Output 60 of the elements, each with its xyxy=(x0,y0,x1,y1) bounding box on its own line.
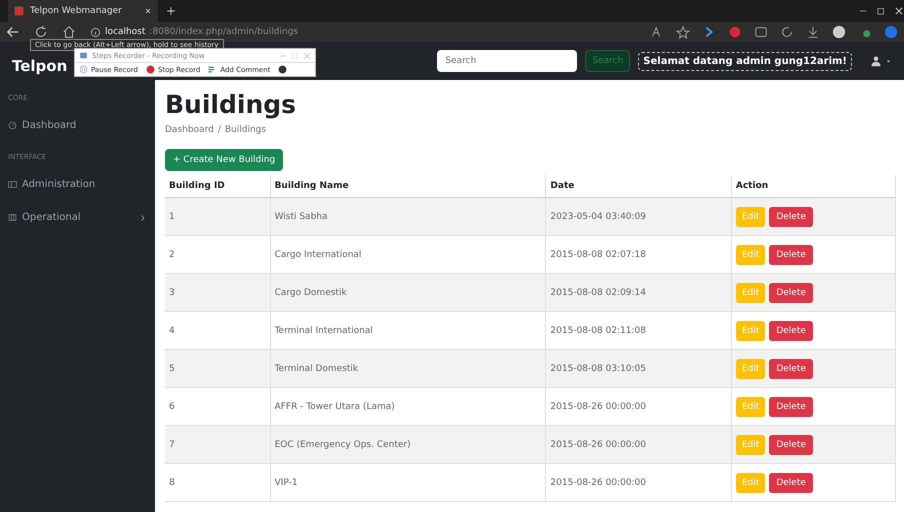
info-icon xyxy=(90,26,101,38)
brand-title[interactable]: Telpon xyxy=(12,57,68,75)
delete-button[interactable]: Delete xyxy=(769,472,813,492)
table-cell: 2015-08-26 00:00:00 xyxy=(546,464,732,502)
delete-button[interactable]: Delete xyxy=(769,396,813,416)
page-title: Buildings xyxy=(165,90,298,119)
table-cell: 7 xyxy=(165,426,270,464)
table-cell: 2023-05-04 03:40:09 xyxy=(546,198,732,236)
download-icon[interactable] xyxy=(806,25,820,39)
user-icon xyxy=(870,55,882,67)
refresh-icon[interactable] xyxy=(34,25,48,39)
breadcrumb-separator: / xyxy=(218,125,221,135)
table-cell: Terminal Domestik xyxy=(270,350,546,388)
back-icon[interactable] xyxy=(6,25,20,39)
search-field[interactable]: Search xyxy=(437,50,578,72)
table-cell: VIP-1 xyxy=(270,464,546,502)
pause-icon xyxy=(79,65,88,74)
sidebar-item[interactable]: Administration xyxy=(0,179,155,190)
stop-icon xyxy=(146,65,155,74)
recorder-icon xyxy=(79,51,88,60)
grid-icon xyxy=(8,213,17,222)
search-button[interactable]: Search xyxy=(585,50,630,72)
delete-button[interactable]: Delete xyxy=(769,244,813,264)
table-cell: 5 xyxy=(165,350,270,388)
profile-icon[interactable] xyxy=(832,25,846,39)
table-cell: EOC (Emergency Ops. Center) xyxy=(270,426,546,464)
refresh-icon[interactable] xyxy=(780,25,794,39)
site-icon[interactable] xyxy=(14,6,24,16)
breadcrumb-item: Buildings xyxy=(224,125,266,135)
sidebar-item[interactable]: Dashboard xyxy=(0,120,155,131)
restore-icon[interactable] xyxy=(876,6,886,16)
create-button[interactable]: + Create New Building xyxy=(165,149,284,171)
table-cell: 1 xyxy=(165,198,270,236)
delete-button[interactable]: Delete xyxy=(769,282,813,302)
delete-button[interactable]: Delete xyxy=(769,206,813,226)
gauge-icon xyxy=(8,121,17,130)
breadcrumb-item[interactable]: Dashboard xyxy=(165,125,214,135)
table-cell: 2015-08-08 02:09:14 xyxy=(546,274,732,312)
browser-tab[interactable]: Telpon Webmanager xyxy=(8,0,158,22)
close-icon[interactable] xyxy=(894,6,904,16)
favorites-icon[interactable] xyxy=(676,25,690,39)
table-cell: 3 xyxy=(165,274,270,312)
chevron-icon xyxy=(139,214,147,222)
caret-icon xyxy=(885,58,892,64)
home-icon[interactable] xyxy=(62,25,76,39)
table-cell: Wisti Sabha xyxy=(270,198,546,236)
delete-button[interactable]: Delete xyxy=(769,320,813,340)
welcome-text: Selamat datang admin gung12arim! xyxy=(638,52,852,70)
address-bar[interactable]: localhost :8080/index.php/admin/buildings xyxy=(90,26,298,38)
sidebar-item[interactable]: Operational xyxy=(0,212,155,223)
table-cell: Cargo Domestik xyxy=(270,274,546,312)
table-cell: 8 xyxy=(165,464,270,502)
table-cell: 2015-08-08 03:10:05 xyxy=(546,350,732,388)
screen-icon[interactable] xyxy=(754,25,768,39)
new-tab-icon[interactable] xyxy=(166,6,176,16)
delete-button[interactable]: Delete xyxy=(769,434,813,454)
table-cell: 2015-08-26 00:00:00 xyxy=(546,426,732,464)
user-menu[interactable] xyxy=(870,55,892,67)
columns-icon xyxy=(8,180,17,189)
delete-button[interactable]: Delete xyxy=(769,358,813,378)
